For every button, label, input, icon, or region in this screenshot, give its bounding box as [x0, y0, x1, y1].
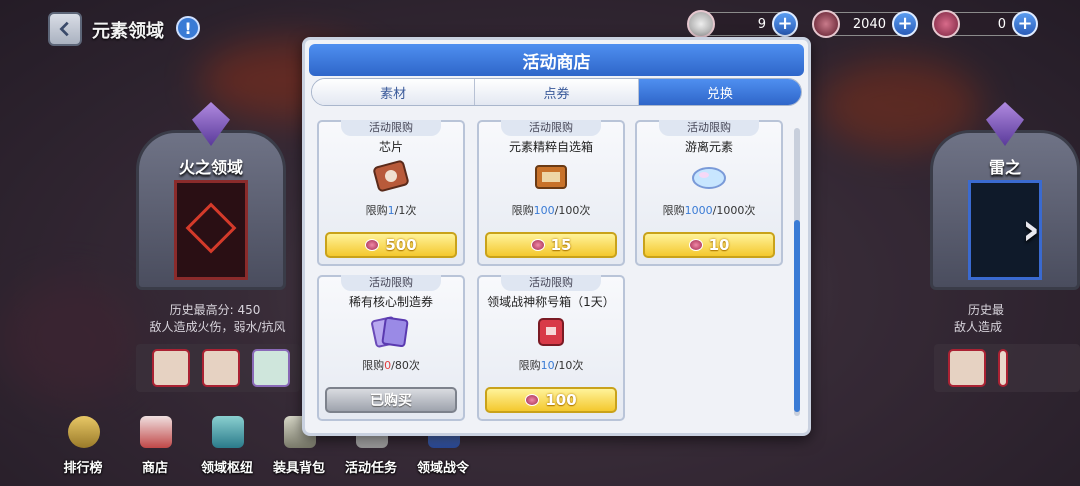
wrench-icon: [687, 10, 715, 38]
buy-button[interactable]: 100: [485, 387, 617, 413]
shop-item-card[interactable]: 活动限购 游离元素 限购1000/1000次 10: [635, 120, 783, 266]
buy-button[interactable]: 10: [643, 232, 775, 258]
gem-icon: [365, 239, 380, 251]
domain-description: 敌人造成: [954, 320, 1003, 334]
domain-name: 火之领域: [178, 158, 243, 177]
gem-reward-icon[interactable]: [202, 349, 240, 387]
purchase-limit: 限购10/10次: [518, 359, 584, 372]
purchase-limit: 限购1/1次: [365, 204, 417, 217]
reward-item-icon[interactable]: [948, 349, 986, 387]
tab-coupons[interactable]: 点券: [475, 79, 639, 105]
currency-value: 0: [997, 16, 1006, 32]
nav-hub[interactable]: 领域枢纽: [194, 416, 260, 476]
gear-reward-icon[interactable]: [152, 349, 190, 387]
shop-item-card[interactable]: 活动限购 稀有核心制造券 限购0/80次 已购买: [317, 275, 465, 421]
hub-icon: [212, 416, 244, 448]
shop-item-card[interactable]: 活动限购 芯片 限购1/1次 500: [317, 120, 465, 266]
nav-shop[interactable]: 商店: [122, 416, 188, 476]
chip-icon: [373, 160, 409, 192]
shop-item-grid: 活动限购 芯片 限购1/1次 500 活动限购 元素精粹自选箱 限购100/10…: [317, 120, 783, 422]
purchase-limit: 限购1000/1000次: [662, 204, 756, 217]
add-currency-button[interactable]: +: [892, 11, 918, 37]
add-currency-button[interactable]: +: [1012, 11, 1038, 37]
back-button[interactable]: [48, 12, 82, 46]
scroll-thumb[interactable]: [794, 220, 800, 412]
gem-icon: [530, 239, 545, 251]
chevron-right-icon[interactable]: ›: [1022, 204, 1040, 255]
selection-box-icon: [535, 165, 567, 189]
add-currency-button[interactable]: +: [772, 11, 798, 37]
thunder-domain-gate[interactable]: 雷之: [930, 100, 1080, 290]
info-icon[interactable]: !: [176, 16, 200, 40]
domain-name: 雷之: [988, 158, 1021, 177]
core-icon: [812, 10, 840, 38]
page-title: 元素领域: [92, 21, 164, 42]
currency-wrench: 9 +: [687, 10, 798, 38]
purchase-limit: 限购0/80次: [362, 359, 420, 372]
limited-tag: 活动限购: [501, 120, 601, 136]
reward-item-icon[interactable]: [998, 349, 1008, 387]
limited-tag: 活动限购: [341, 275, 441, 291]
event-shop-modal: 活动商店 素材 点券 兑换 活动限购 芯片 限购1/1次 500 活动限购 元素…: [302, 37, 811, 436]
tab-exchange[interactable]: 兑换: [638, 79, 801, 105]
currency-value: 9: [757, 16, 766, 32]
purchase-limit: 限购100/100次: [511, 204, 591, 217]
limited-tag: 活动限购: [501, 275, 601, 291]
gem-icon: [688, 239, 703, 251]
currency-gem: 0 +: [932, 10, 1038, 38]
best-score: 历史最: [968, 303, 1005, 317]
trophy-icon: [68, 416, 100, 448]
fire-domain-gate[interactable]: 火之领域: [136, 100, 286, 290]
core-ticket-icon: [371, 316, 409, 348]
currency-core: 2040 +: [812, 10, 918, 38]
free-element-icon: [692, 167, 726, 189]
item-name: 领域战神称号箱（1天）: [487, 295, 615, 309]
gem-icon: [525, 394, 540, 406]
scrollbar[interactable]: [794, 128, 800, 416]
item-name: 游离元素: [684, 140, 733, 154]
best-score: 历史最高分: 450: [169, 303, 261, 317]
title-box-icon: [538, 318, 564, 346]
chevron-left-icon: [59, 21, 69, 37]
domain-description: 敌人造成火伤，弱水/抗风: [149, 320, 286, 334]
modal-title: 活动商店: [309, 44, 804, 76]
buy-button[interactable]: 15: [485, 232, 617, 258]
currency-value: 2040: [852, 16, 886, 32]
nav-leaderboard[interactable]: 排行榜: [50, 416, 116, 476]
shop-item-card[interactable]: 活动限购 领域战神称号箱（1天） 限购10/10次 100: [477, 275, 625, 421]
item-name: 芯片: [378, 140, 403, 154]
shop-icon: [140, 416, 172, 448]
item-name: 元素精粹自选箱: [508, 140, 593, 154]
gem-icon: [932, 10, 960, 38]
limited-tag: 活动限购: [659, 120, 759, 136]
tab-materials[interactable]: 素材: [312, 79, 476, 105]
shop-item-card[interactable]: 活动限购 元素精粹自选箱 限购100/100次 15: [477, 120, 625, 266]
item-name: 稀有核心制造券: [348, 295, 433, 309]
crystal-reward-icon[interactable]: [252, 349, 290, 387]
buy-button[interactable]: 500: [325, 232, 457, 258]
shop-tabs: 素材 点券 兑换: [311, 78, 802, 106]
purchased-button: 已购买: [325, 387, 457, 413]
limited-tag: 活动限购: [341, 120, 441, 136]
